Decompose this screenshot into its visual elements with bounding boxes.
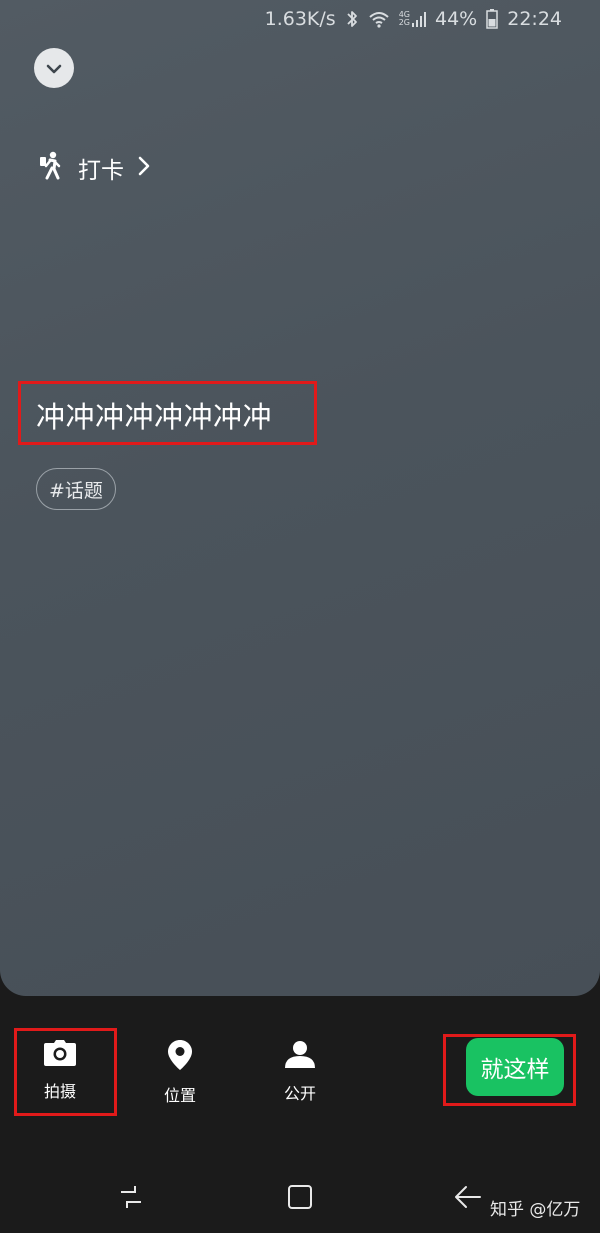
chevron-down-icon [46,59,62,78]
location-pin-icon [168,1040,192,1074]
home-button[interactable] [284,1183,316,1215]
screen: 1.63K/s 4G 2G 44% 22:24 打卡 冲冲冲冲冲冲冲冲 #话题 … [0,0,600,1233]
topic-chip[interactable]: #话题 [36,468,116,510]
visibility-tool-button[interactable]: 公开 [260,1040,340,1104]
back-button[interactable] [452,1183,484,1215]
location-tool-label: 位置 [163,1086,196,1105]
recent-apps-icon [117,1184,145,1214]
battery-percent: 44% [435,8,478,30]
location-tool-button[interactable]: 位置 [140,1040,220,1106]
status-bar: 1.63K/s 4G 2G 44% 22:24 [0,0,600,38]
checkin-selector[interactable]: 打卡 [38,150,150,186]
camera-icon [44,1040,76,1070]
back-arrow-icon [454,1185,482,1213]
wifi-icon [368,10,390,28]
collapse-button[interactable] [34,48,74,88]
cellular-signal-icon: 4G 2G [399,11,426,27]
network-speed: 1.63K/s [264,8,336,30]
home-icon [287,1184,313,1214]
visibility-tool-label: 公开 [283,1084,316,1103]
photo-tool-button[interactable]: 拍摄 [20,1040,100,1102]
person-icon [285,1040,315,1072]
photo-tool-label: 拍摄 [43,1082,76,1101]
network-2g-label: 2G [398,18,410,27]
post-text[interactable]: 冲冲冲冲冲冲冲冲 [36,394,272,436]
done-button[interactable]: 就这样 [466,1038,564,1096]
battery-icon [486,9,498,29]
recent-apps-button[interactable] [115,1183,147,1215]
walking-person-icon [38,151,64,185]
chevron-right-icon [138,156,150,180]
bluetooth-icon [345,9,359,29]
clock: 22:24 [507,8,562,30]
checkin-label: 打卡 [78,158,124,184]
watermark: 知乎 @亿万 [490,1200,581,1220]
